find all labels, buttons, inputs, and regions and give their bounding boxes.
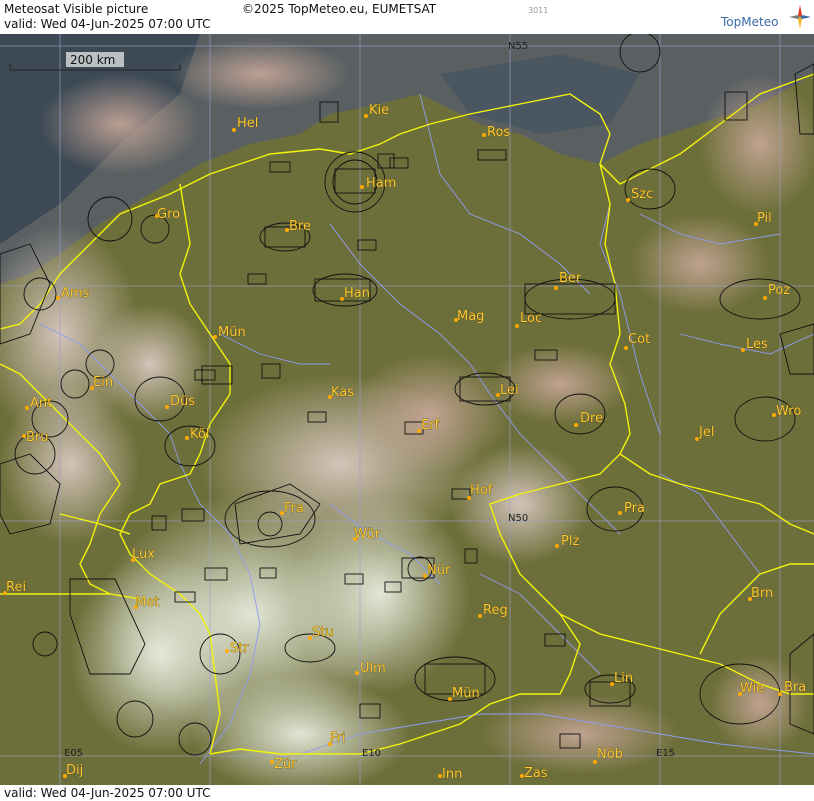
scale-label: 200 km [70,53,115,67]
city-label-rei: Rei [6,580,26,595]
city-label-ant: Ant [30,396,52,411]
city-label-plz: Plz [561,534,579,549]
city-label-ber: Ber [559,271,582,286]
copyright-text: ©2025 TopMeteo.eu, EUMETSAT [242,2,437,16]
logo-text: TopMeteo [721,15,779,29]
compass-star-icon [789,5,811,29]
city-label-hof: Hof [470,483,493,498]
city-label-pil: Pil [757,211,772,226]
footer-bar: valid: Wed 04-Jun-2025 07:00 UTC [0,785,814,801]
header-bar: Meteosat Visible picture valid: Wed 04-J… [0,0,814,34]
city-dot [778,692,782,696]
city-label-lin: Lin [614,671,633,686]
valid-time-bottom: valid: Wed 04-Jun-2025 07:00 UTC [4,786,211,800]
city-label-brn: Brn [751,586,773,601]
city-label-fra: Fra [284,501,304,516]
topmeteo-logo: TopMeteo [721,5,813,31]
city-label-les: Les [746,337,768,352]
image-code: 3011 [528,6,549,15]
city-label-poz: Poz [768,283,790,298]
city-label-zas: Zas [524,766,548,781]
city-label-dre: Dre [580,411,603,426]
city-dot [232,128,236,132]
city-label-jel: Jel [698,425,714,440]
city-label-mag: Mag [457,309,484,324]
weather-map-frame: Meteosat Visible picture valid: Wed 04-J… [0,0,814,801]
city-label-lei: Lei [500,383,519,398]
city-dot [360,185,364,189]
city-label-met: Met [135,595,159,610]
city-label-erf: Erf [421,418,440,433]
city-dot [482,133,486,137]
city-dot [364,114,368,118]
city-dot [225,649,229,653]
city-dot [165,405,169,409]
city-label-ams: Ams [61,286,90,301]
city-label-wur: Wür [354,527,381,542]
city-label-kol: Köl [190,427,209,442]
city-dot [626,198,630,202]
city-label-mun-south: Mün [452,686,480,701]
city-label-nur: Nür [427,563,451,578]
city-label-stu: Stu [312,625,334,640]
grid-label-n50: N50 [508,513,528,524]
city-label-pra: Pra [624,501,645,516]
city-dot [554,286,558,290]
city-dot [574,423,578,427]
city-label-str: Str [230,641,249,656]
city-dot [741,348,745,352]
city-label-han: Han [344,286,370,301]
city-label-ulm: Ulm [360,661,386,676]
city-dot [185,436,189,440]
city-label-bra: Bra [784,680,806,695]
city-dot [355,671,359,675]
grid-label-e15: E15 [656,748,675,759]
city-label-dij: Dij [66,763,83,778]
city-label-wie: Wie [740,681,764,696]
city-label-inn: Inn [442,767,462,782]
city-dot [618,511,622,515]
city-label-reg: Reg [483,603,508,618]
city-label-kie: Kie [369,103,389,118]
city-label-wro: Wro [776,404,801,419]
city-label-loc: Loc [520,311,542,326]
city-dot [56,296,60,300]
city-label-lux: Lux [132,547,155,562]
city-label-ham: Ham [366,176,396,191]
satellite-map[interactable]: 200 km N55 N50 E05 E10 E15 Hel Kie Ros H… [0,34,814,785]
city-label-bre: Bre [289,219,311,234]
city-label-cot: Cot [628,332,650,347]
valid-time-top: valid: Wed 04-Jun-2025 07:00 UTC [4,17,211,31]
city-label-fri: Fri [330,731,346,746]
city-label-ros: Ros [487,125,510,140]
grid-label-e05: E05 [64,748,83,759]
city-label-kas: Kas [331,385,354,400]
city-dot [478,614,482,618]
city-dot [213,335,217,339]
city-label-bru: Bru [26,430,49,445]
city-label-dus: Düs [170,394,195,409]
product-title: Meteosat Visible picture [4,2,149,16]
grid-label-e10: E10 [362,748,381,759]
city-label-mun-north: Mün [218,325,246,340]
city-label-nob: Nöb [597,747,623,762]
city-label-gro: Gro [157,207,180,222]
city-label-szc: Szc [631,187,653,202]
city-label-ein: Ein [93,375,113,390]
grid-label-n55: N55 [508,41,528,52]
satellite-imagery-layer [0,34,814,785]
city-dot [555,544,559,548]
city-label-zur: Zür [274,757,297,772]
city-dot [763,296,767,300]
city-dot [515,324,519,328]
city-label-hel: Hel [237,116,258,131]
city-dot [25,406,29,410]
